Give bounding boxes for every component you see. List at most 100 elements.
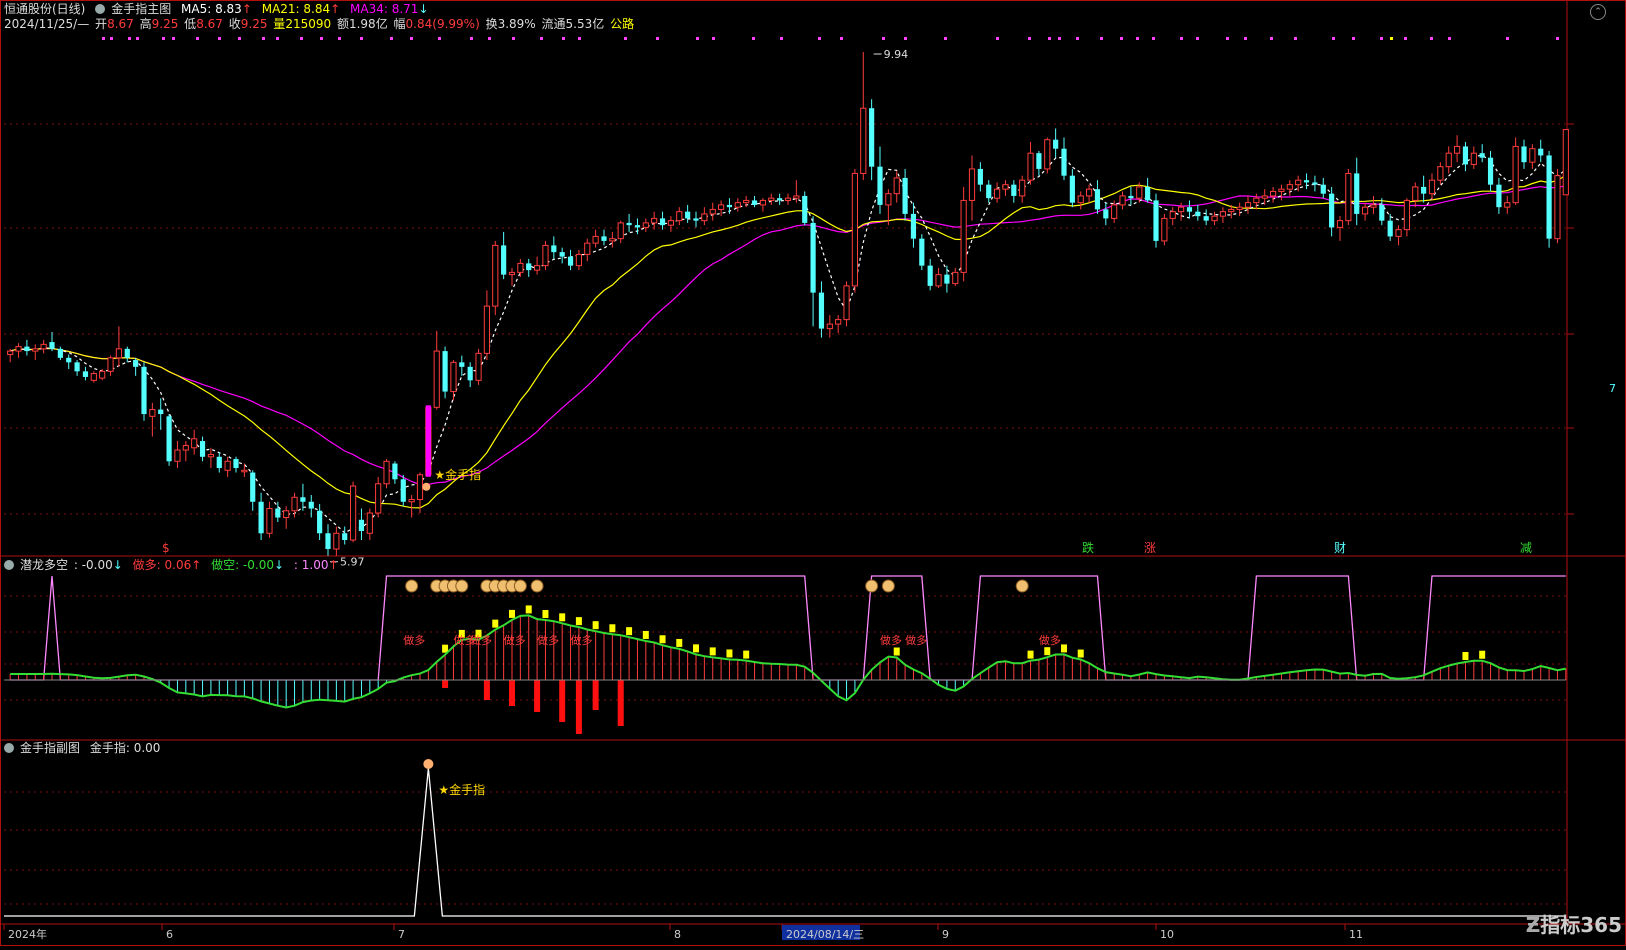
candle-body xyxy=(784,197,792,201)
sub2-menu-icon[interactable] xyxy=(4,743,14,753)
top-marker-dot xyxy=(996,37,999,40)
bottom-mark: 减 xyxy=(1520,541,1532,555)
top-marker-dot xyxy=(1120,37,1123,40)
candle-body xyxy=(233,459,239,469)
candle-body xyxy=(1119,195,1126,206)
signal-label: ★金手指 xyxy=(434,467,481,482)
top-marker-dot xyxy=(840,37,843,40)
candle-body xyxy=(575,253,583,267)
candle-body xyxy=(1002,184,1009,190)
candle-body xyxy=(1186,207,1193,212)
top-marker-dot xyxy=(1332,37,1335,40)
sub1-menu-icon[interactable] xyxy=(4,560,14,570)
candle-body xyxy=(99,370,106,379)
long-block xyxy=(1479,650,1486,659)
top-marker-dot xyxy=(904,37,907,40)
long-annotation: 做多 xyxy=(571,633,593,647)
long-block xyxy=(1044,647,1051,656)
logo-text: 指标365 xyxy=(1540,913,1622,937)
candle-body xyxy=(1403,199,1411,231)
candle-body xyxy=(74,362,80,372)
candle-body xyxy=(877,166,883,205)
vol-label: 量 xyxy=(273,17,286,31)
sub1-name[interactable]: 潜龙多空 xyxy=(20,558,68,572)
candle-body xyxy=(501,245,507,275)
hand-pointer-icon xyxy=(422,482,431,491)
candle-body xyxy=(601,236,607,241)
candle-body xyxy=(1145,186,1151,201)
sector-link[interactable]: 公路 xyxy=(610,17,634,31)
money-bag-icon xyxy=(455,579,469,593)
candle-body xyxy=(1529,148,1536,163)
short-bar xyxy=(617,680,624,726)
quote-date: 2024/11/25/— xyxy=(4,17,90,31)
long-annotation: 做多 xyxy=(403,633,425,647)
long-block xyxy=(509,609,515,618)
indicator-menu-icon[interactable] xyxy=(95,4,106,14)
candle-body xyxy=(617,222,624,240)
long-block xyxy=(626,627,633,636)
candle-body xyxy=(734,202,741,208)
candle-body xyxy=(182,445,189,451)
long-annotation: 做多 xyxy=(1039,633,1061,647)
main-header: 恒通股份(日线) 金手指主图 MA5: 8.83↑ MA21: 8.84↑ MA… xyxy=(4,1,435,17)
collapse-icon[interactable]: ⌃ xyxy=(1590,4,1606,20)
top-marker-dot xyxy=(1294,37,1297,40)
candle-body xyxy=(1379,204,1385,221)
long-annotation: 做多 xyxy=(905,633,927,647)
main-indicator-name[interactable]: 金手指主图 xyxy=(111,2,171,16)
candle-body xyxy=(584,242,591,255)
candle-body xyxy=(1320,184,1326,194)
candle-body xyxy=(1395,229,1402,237)
top-marker-dot xyxy=(136,37,139,40)
top-marker-dot xyxy=(1136,37,1139,40)
ma5-up-arrow-icon: ↑ xyxy=(241,2,252,16)
candle-body xyxy=(1161,217,1168,242)
top-marker-dot xyxy=(276,37,279,40)
candle-body xyxy=(241,469,248,473)
chart-canvas[interactable]: ★金手指9.945.977$ 跌涨财减做多 做多做多 做多 做多 做多 做多 做多 做多★金手指… xyxy=(0,0,1626,946)
candle-body xyxy=(66,357,72,363)
sub1-v2-up-arrow-icon: ↑ xyxy=(191,558,202,572)
high-value: 9.25 xyxy=(151,17,179,31)
top-marker-dot xyxy=(338,37,341,40)
candle-body xyxy=(743,199,750,204)
candle-body xyxy=(32,348,39,352)
candle-body xyxy=(835,319,842,325)
candle-body xyxy=(826,323,833,330)
candle-body xyxy=(1085,188,1093,197)
top-marker-dot xyxy=(438,37,441,40)
short-bar xyxy=(509,680,515,706)
candle-body xyxy=(1253,197,1260,204)
top-marker-dot xyxy=(110,37,113,40)
candle-body xyxy=(158,409,164,415)
ma34-down-arrow-icon: ↓ xyxy=(418,2,429,16)
candle-body xyxy=(1286,184,1293,190)
long-block xyxy=(709,647,716,656)
top-marker-dot xyxy=(470,37,473,40)
top-marker-dot xyxy=(320,37,323,40)
candle-body xyxy=(191,438,198,449)
candle-body xyxy=(851,172,859,287)
ma21-up-arrow-icon: ↑ xyxy=(330,2,341,16)
candle-body xyxy=(174,449,181,462)
money-bag-icon xyxy=(530,579,544,593)
candle-body xyxy=(1211,215,1218,222)
candle-body xyxy=(592,235,599,244)
candle-body xyxy=(1027,152,1034,181)
long-block xyxy=(492,619,499,628)
candle-body xyxy=(124,348,130,358)
quote-line: 2024/11/25/— 开8.67 高9.25 低8.67 收9.25 量21… xyxy=(4,16,640,32)
candle-body xyxy=(1329,193,1335,228)
sub2-name[interactable]: 金手指副图 xyxy=(20,741,80,755)
candle-body xyxy=(902,177,908,214)
candle-body xyxy=(107,357,114,372)
top-marker-dot xyxy=(1100,37,1103,40)
candle-body xyxy=(968,168,976,201)
long-block xyxy=(609,624,616,633)
candle-body xyxy=(166,416,172,462)
candle-body xyxy=(1195,211,1201,217)
candle-body xyxy=(626,222,632,226)
sub1-v2: 做多: 0.06 xyxy=(132,558,192,572)
long-block xyxy=(559,613,566,622)
